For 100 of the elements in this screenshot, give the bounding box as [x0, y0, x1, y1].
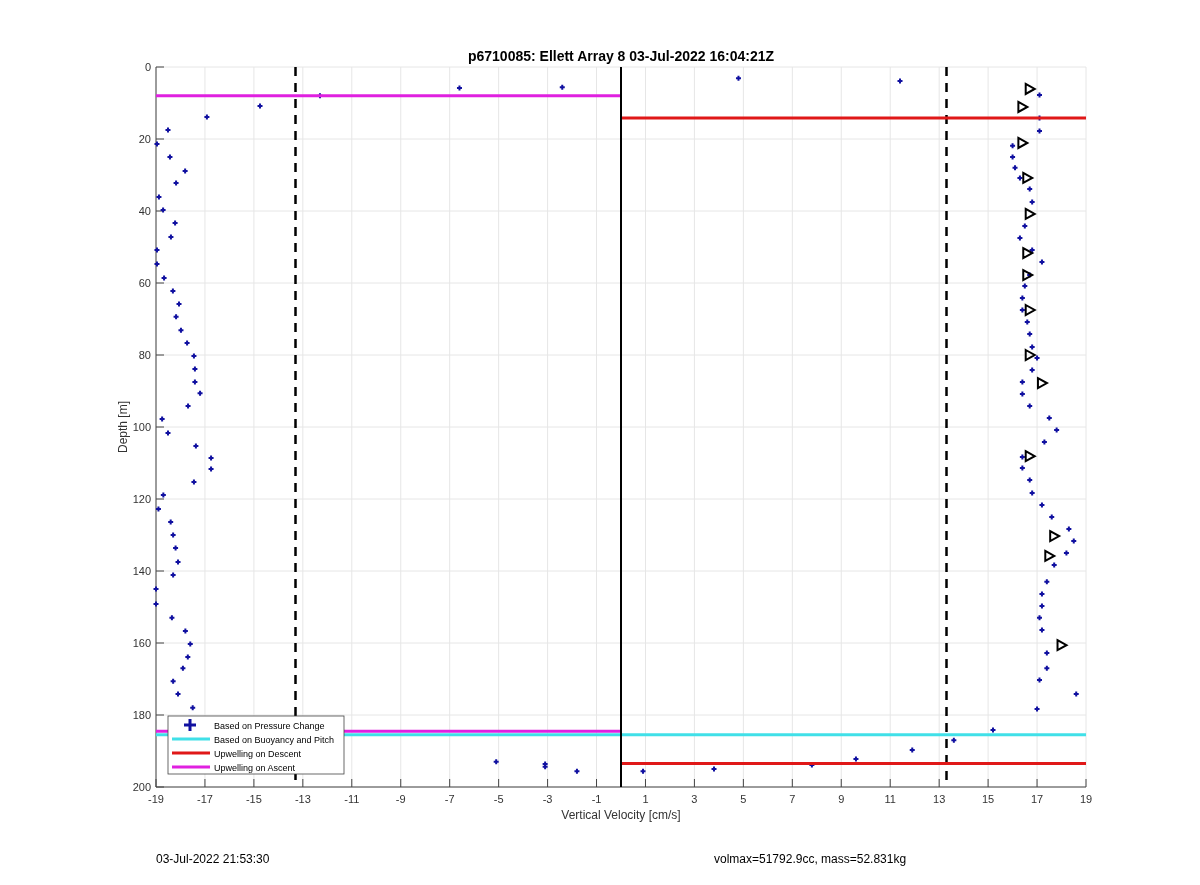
x-tick-label: -19: [148, 793, 164, 805]
data-point: [1048, 513, 1056, 521]
data-point: [153, 260, 161, 268]
data-point: [174, 690, 182, 698]
data-point: [181, 627, 189, 635]
y-tick-label: 100: [132, 421, 151, 433]
data-point: [203, 113, 211, 121]
data-point: [316, 92, 324, 100]
data-point: [166, 153, 174, 161]
data-point: [174, 558, 182, 566]
data-point: [153, 246, 161, 254]
data-point: [1045, 414, 1053, 422]
triangle-marker: [1044, 549, 1057, 563]
timestamp-text: 03-Jul-2022 21:53:30: [156, 852, 270, 866]
data-point: [1021, 222, 1029, 230]
triangle-marker: [1024, 348, 1037, 362]
legend-marker: [182, 717, 198, 733]
data-point: [1038, 258, 1046, 266]
data-point: [1011, 164, 1019, 172]
data-point: [172, 544, 180, 552]
y-axis-label: Depth [m]: [116, 401, 130, 453]
data-point: [256, 102, 264, 110]
data-point: [192, 442, 200, 450]
triangle-marker: [1024, 207, 1037, 221]
data-point: [1053, 426, 1061, 434]
data-point: [573, 767, 581, 775]
data-point: [190, 352, 198, 360]
y-tick-label: 20: [138, 133, 151, 145]
legend-line: [172, 737, 210, 741]
data-point: [207, 465, 215, 473]
triangle-marker: [1056, 638, 1069, 652]
data-point: [1026, 271, 1034, 279]
data-point: [164, 126, 172, 134]
x-tick-label: -11: [344, 793, 360, 805]
triangle-marker: [1036, 376, 1049, 390]
x-tick-label: 19: [1079, 793, 1093, 805]
data-point: [177, 326, 185, 334]
data-point: [190, 478, 198, 486]
data-point: [1009, 142, 1017, 150]
data-point: [1023, 318, 1031, 326]
data-point: [172, 179, 180, 187]
data-point: [950, 736, 958, 744]
data-point: [154, 505, 162, 513]
data-point: [1043, 578, 1051, 586]
x-tick-label: 15: [982, 793, 995, 805]
data-point: [152, 585, 160, 593]
data-point: [167, 518, 175, 526]
data-point: [639, 767, 647, 775]
data-point: [168, 614, 176, 622]
data-point: [159, 206, 167, 214]
data-point: [167, 233, 175, 241]
data-point: [1018, 294, 1026, 302]
x-tick-label: -17: [197, 793, 213, 805]
data-point: [1038, 590, 1046, 598]
data-point: [175, 300, 183, 308]
data-point: [1018, 390, 1026, 398]
data-point: [710, 765, 718, 773]
x-tick-label: -9: [395, 793, 406, 805]
data-point: [184, 653, 192, 661]
data-point: [158, 415, 166, 423]
data-point: [1040, 438, 1048, 446]
summary-text: volmax=51792.9cc, mass=52.831kg: [714, 852, 907, 866]
data-point: [1036, 91, 1043, 99]
data-point: [181, 167, 189, 175]
x-tick-label: -3: [542, 793, 553, 805]
data-point: [169, 677, 177, 685]
x-tick-label: 5: [740, 793, 747, 805]
legend-line: [172, 751, 210, 755]
x-tick-label: 17: [1030, 793, 1044, 805]
triangle-marker: [1024, 303, 1037, 317]
data-point: [191, 365, 199, 373]
y-tick-label: 80: [138, 349, 151, 361]
x-tick-label: 9: [838, 793, 845, 805]
y-tick-label: 200: [132, 781, 151, 793]
data-point: [183, 339, 191, 347]
data-point: [852, 755, 860, 763]
chart-title: p6710085: Ellett Array 8 03-Jul-2022 16:04:21Z: [467, 48, 775, 64]
data-point: [1036, 676, 1043, 684]
triangle-marker: [1022, 268, 1035, 282]
data-point: [1016, 234, 1024, 242]
triangle-marker: [1024, 82, 1037, 96]
triangle-marker: [1049, 529, 1062, 543]
data-point: [1038, 626, 1046, 634]
legend-line: [172, 765, 210, 769]
legend-label: Upwelling on Ascent: [214, 763, 296, 773]
data-point: [1016, 174, 1024, 182]
x-tick-label: -1: [591, 793, 602, 805]
triangle-marker: [1022, 171, 1035, 185]
data-point: [1043, 649, 1051, 657]
data-point: [1026, 185, 1034, 193]
data-point: [1028, 198, 1036, 206]
triangle-marker: [1022, 246, 1035, 260]
triangle-marker: [1017, 136, 1030, 150]
data-point: [169, 287, 177, 295]
data-point: [1036, 127, 1043, 135]
data-point: [1038, 602, 1046, 610]
data-point: [1065, 525, 1073, 533]
triangle-marker: [1017, 100, 1030, 114]
data-point: [1043, 664, 1051, 672]
data-point: [1021, 282, 1029, 290]
